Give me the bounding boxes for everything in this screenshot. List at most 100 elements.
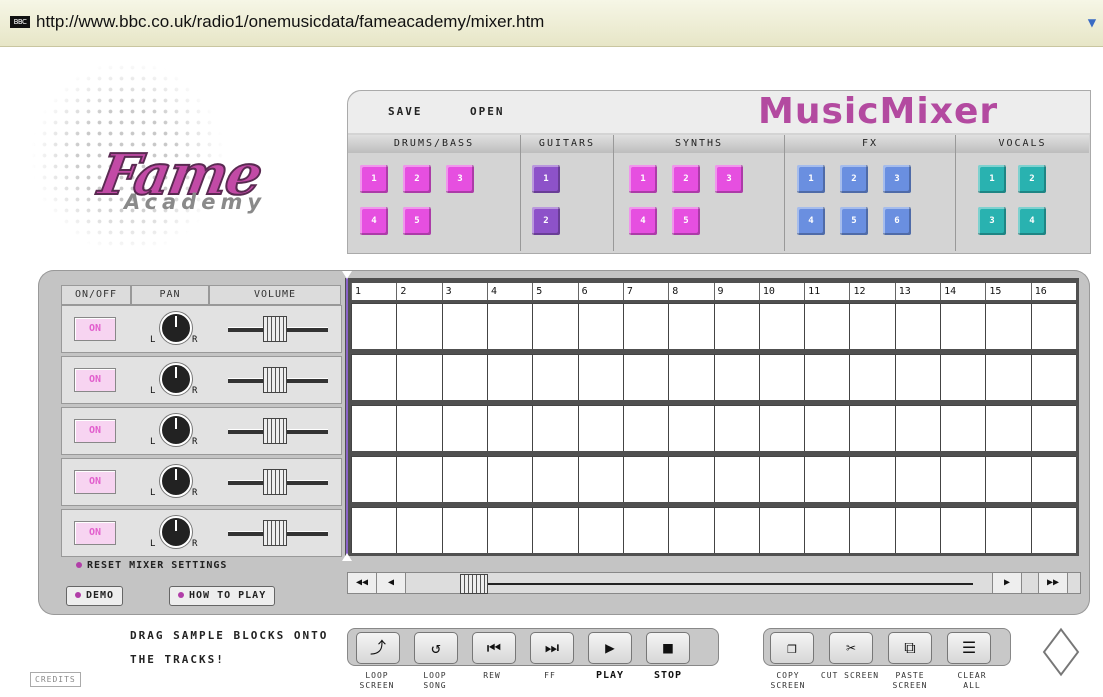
grid-cell[interactable] <box>441 405 487 451</box>
timeline-step[interactable]: 15 <box>985 283 1030 300</box>
grid-cell[interactable] <box>396 456 442 502</box>
timeline-step[interactable]: 14 <box>940 283 985 300</box>
track-2-volume-handle[interactable] <box>263 367 287 393</box>
loop-song-button[interactable]: ↺ <box>414 632 458 664</box>
timeline-step[interactable]: 4 <box>486 283 532 300</box>
sample-synths-4[interactable]: 4 <box>629 207 657 235</box>
grid-cell[interactable] <box>532 303 578 349</box>
grid-cell[interactable] <box>577 405 623 451</box>
grid-cell[interactable] <box>396 405 442 451</box>
sample-drums-3[interactable]: 3 <box>446 165 474 193</box>
grid-cell[interactable] <box>441 303 487 349</box>
timeline-step[interactable]: 10 <box>758 283 804 300</box>
rewind-button[interactable]: ⏮ <box>472 632 516 664</box>
grid-cell[interactable] <box>1030 405 1076 451</box>
grid-cell[interactable] <box>622 354 669 400</box>
grid-cell[interactable] <box>985 405 1031 451</box>
grid-cell[interactable] <box>804 303 850 349</box>
grid-cell[interactable] <box>713 507 759 553</box>
sample-vocals-1[interactable]: 1 <box>978 165 1006 193</box>
reset-mixer-button[interactable]: RESET MIXER SETTINGS <box>76 560 227 571</box>
grid-cell[interactable] <box>804 507 850 553</box>
grid-cell[interactable] <box>985 354 1031 400</box>
grid-cell[interactable] <box>1030 456 1076 502</box>
track-5-volume-handle[interactable] <box>263 520 287 546</box>
timeline-step[interactable]: 13 <box>894 283 940 300</box>
credits-button[interactable]: CREDITS <box>30 672 81 687</box>
sample-drums-4[interactable]: 4 <box>360 207 388 235</box>
grid-cell[interactable] <box>668 456 714 502</box>
grid-cell[interactable] <box>622 456 669 502</box>
sample-fx-1[interactable]: 1 <box>797 165 825 193</box>
grid-cell[interactable] <box>849 354 895 400</box>
track-2-on-button[interactable]: ON <box>74 368 116 392</box>
grid-cell[interactable] <box>940 303 986 349</box>
timeline-step[interactable]: 11 <box>804 283 849 300</box>
grid-cell[interactable] <box>351 354 397 400</box>
sample-synths-5[interactable]: 5 <box>672 207 700 235</box>
grid-cell[interactable] <box>441 456 487 502</box>
grid-cell[interactable] <box>758 303 805 349</box>
track-3-volume-handle[interactable] <box>263 418 287 444</box>
scroll-next-button[interactable]: ▶ <box>992 573 1022 593</box>
playhead[interactable] <box>346 275 348 558</box>
grid-cell[interactable] <box>940 405 986 451</box>
scroll-handle[interactable] <box>460 574 488 594</box>
timeline-step[interactable]: 9 <box>713 283 759 300</box>
track-4-volume-handle[interactable] <box>263 469 287 495</box>
grid-cell[interactable] <box>713 456 759 502</box>
open-button[interactable]: OPEN <box>470 105 505 118</box>
track-5-on-button[interactable]: ON <box>74 521 116 545</box>
sample-synths-2[interactable]: 2 <box>672 165 700 193</box>
grid-cell[interactable] <box>532 354 578 400</box>
sample-synths-1[interactable]: 1 <box>629 165 657 193</box>
timeline-step[interactable]: 7 <box>622 283 668 300</box>
grid-cell[interactable] <box>351 303 397 349</box>
clear-all-button[interactable]: ☰ <box>947 632 991 664</box>
grid-cell[interactable] <box>849 456 895 502</box>
grid-cell[interactable] <box>668 507 714 553</box>
loop-screen-button[interactable]: ⤴ <box>356 632 400 664</box>
sample-fx-2[interactable]: 2 <box>840 165 868 193</box>
paste-screen-button[interactable]: ⧉ <box>888 632 932 664</box>
timeline-step[interactable]: 3 <box>441 283 487 300</box>
grid-cell[interactable] <box>985 303 1031 349</box>
grid-cell[interactable] <box>1030 354 1076 400</box>
grid-cell[interactable] <box>396 303 442 349</box>
save-button[interactable]: SAVE <box>388 105 423 118</box>
timeline-scrollbar[interactable]: ◀◀ ◀ ▶ ▶▶ <box>347 572 1081 594</box>
grid-cell[interactable] <box>622 507 669 553</box>
grid-cell[interactable] <box>940 507 986 553</box>
grid-cell[interactable] <box>849 507 895 553</box>
sample-fx-5[interactable]: 5 <box>840 207 868 235</box>
scroll-last-button[interactable]: ▶▶ <box>1038 573 1068 593</box>
grid-cell[interactable] <box>577 456 623 502</box>
grid-cell[interactable] <box>758 507 805 553</box>
track-2-pan-knob[interactable] <box>160 363 192 395</box>
grid-cell[interactable] <box>758 354 805 400</box>
grid-cell[interactable] <box>940 354 986 400</box>
track-3-pan-knob[interactable] <box>160 414 192 446</box>
scroll-prev-button[interactable]: ◀ <box>377 573 406 593</box>
sample-vocals-4[interactable]: 4 <box>1018 207 1046 235</box>
track-1-volume-handle[interactable] <box>263 316 287 342</box>
demo-button[interactable]: DEMO <box>66 586 124 606</box>
stop-button[interactable]: ■ <box>646 632 690 664</box>
grid-cell[interactable] <box>804 405 850 451</box>
url-field[interactable]: http://www.bbc.co.uk/radio1/onemusicdata… <box>36 12 544 32</box>
grid-cell[interactable] <box>985 507 1031 553</box>
grid-cell[interactable] <box>532 456 578 502</box>
sample-fx-6[interactable]: 6 <box>883 207 911 235</box>
grid-cell[interactable] <box>1030 303 1076 349</box>
sample-fx-4[interactable]: 4 <box>797 207 825 235</box>
sample-guitars-2[interactable]: 2 <box>532 207 560 235</box>
timeline-step[interactable]: 12 <box>849 283 894 300</box>
grid-cell[interactable] <box>622 405 669 451</box>
grid-cell[interactable] <box>940 456 986 502</box>
grid-cell[interactable] <box>668 354 714 400</box>
grid-cell[interactable] <box>894 507 941 553</box>
timeline-step[interactable]: 8 <box>668 283 713 300</box>
track-4-pan-knob[interactable] <box>160 465 192 497</box>
sample-vocals-3[interactable]: 3 <box>978 207 1006 235</box>
track-1-pan-knob[interactable] <box>160 312 192 344</box>
